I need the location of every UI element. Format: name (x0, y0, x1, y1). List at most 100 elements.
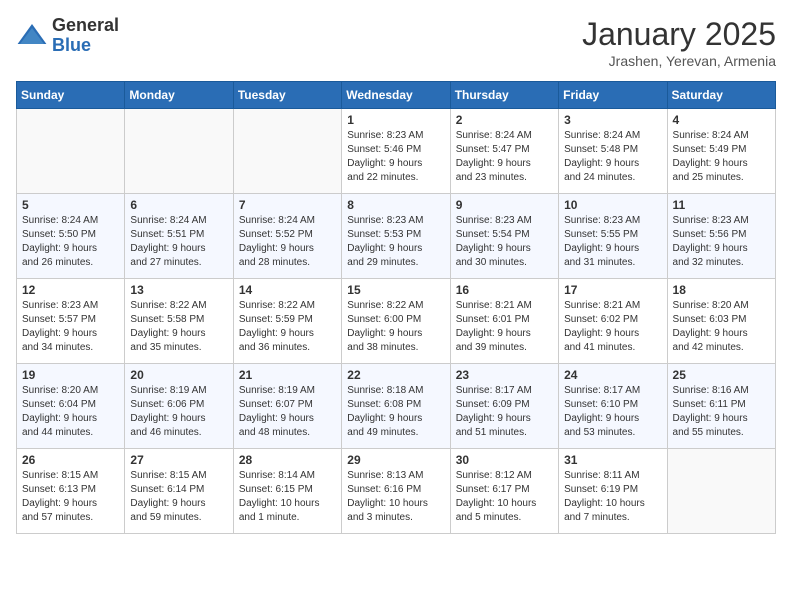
day-number: 23 (456, 368, 553, 382)
day-info: Daylight: 9 hours (22, 327, 119, 341)
day-info: Daylight: 9 hours (564, 242, 661, 256)
day-info: Sunset: 6:02 PM (564, 313, 661, 327)
day-info: and 22 minutes. (347, 171, 444, 185)
weekday-header-monday: Monday (125, 82, 233, 109)
calendar-cell: 2Sunrise: 8:24 AMSunset: 5:47 PMDaylight… (450, 109, 558, 194)
day-info: Daylight: 9 hours (347, 327, 444, 341)
day-info: Sunset: 6:00 PM (347, 313, 444, 327)
day-number: 18 (673, 283, 770, 297)
day-info: and 34 minutes. (22, 341, 119, 355)
day-info: Sunrise: 8:19 AM (239, 384, 336, 398)
day-number: 3 (564, 113, 661, 127)
day-number: 30 (456, 453, 553, 467)
day-info: Sunrise: 8:11 AM (564, 469, 661, 483)
day-info: Sunset: 5:48 PM (564, 143, 661, 157)
day-number: 20 (130, 368, 227, 382)
calendar-cell: 16Sunrise: 8:21 AMSunset: 6:01 PMDayligh… (450, 279, 558, 364)
day-info: Sunrise: 8:22 AM (347, 299, 444, 313)
day-info: Daylight: 9 hours (564, 157, 661, 171)
day-info: Sunrise: 8:21 AM (456, 299, 553, 313)
day-info: Daylight: 9 hours (239, 327, 336, 341)
day-info: and 29 minutes. (347, 256, 444, 270)
logo-general-text: General (52, 16, 119, 36)
day-info: Sunset: 5:56 PM (673, 228, 770, 242)
day-info: Sunset: 6:10 PM (564, 398, 661, 412)
day-info: and 42 minutes. (673, 341, 770, 355)
day-info: Daylight: 9 hours (239, 242, 336, 256)
day-info: Sunset: 6:16 PM (347, 483, 444, 497)
title-block: January 2025 Jrashen, Yerevan, Armenia (582, 16, 776, 69)
calendar-table: SundayMondayTuesdayWednesdayThursdayFrid… (16, 81, 776, 534)
day-info: Daylight: 10 hours (456, 497, 553, 511)
day-info: Sunset: 6:03 PM (673, 313, 770, 327)
calendar-cell (17, 109, 125, 194)
day-info: Sunrise: 8:18 AM (347, 384, 444, 398)
day-info: and 53 minutes. (564, 426, 661, 440)
day-info: Daylight: 9 hours (347, 242, 444, 256)
day-info: Daylight: 9 hours (456, 157, 553, 171)
logo-blue-text: Blue (52, 36, 119, 56)
day-number: 16 (456, 283, 553, 297)
week-row-1: 1Sunrise: 8:23 AMSunset: 5:46 PMDaylight… (17, 109, 776, 194)
day-info: and 46 minutes. (130, 426, 227, 440)
day-info: Sunset: 6:14 PM (130, 483, 227, 497)
day-info: and 26 minutes. (22, 256, 119, 270)
day-info: Daylight: 10 hours (239, 497, 336, 511)
day-info: Daylight: 9 hours (347, 412, 444, 426)
day-number: 1 (347, 113, 444, 127)
day-info: Sunrise: 8:19 AM (130, 384, 227, 398)
day-info: Sunrise: 8:23 AM (456, 214, 553, 228)
calendar-cell: 8Sunrise: 8:23 AMSunset: 5:53 PMDaylight… (342, 194, 450, 279)
day-info: Daylight: 9 hours (22, 242, 119, 256)
day-number: 5 (22, 198, 119, 212)
calendar-cell: 9Sunrise: 8:23 AMSunset: 5:54 PMDaylight… (450, 194, 558, 279)
calendar-cell (233, 109, 341, 194)
day-info: Sunrise: 8:23 AM (673, 214, 770, 228)
day-info: Sunset: 6:06 PM (130, 398, 227, 412)
day-info: Daylight: 9 hours (673, 242, 770, 256)
day-info: Daylight: 9 hours (130, 412, 227, 426)
day-info: Sunset: 5:59 PM (239, 313, 336, 327)
calendar-cell: 11Sunrise: 8:23 AMSunset: 5:56 PMDayligh… (667, 194, 775, 279)
day-info: Daylight: 9 hours (564, 327, 661, 341)
day-number: 27 (130, 453, 227, 467)
month-title: January 2025 (582, 16, 776, 53)
day-info: Sunrise: 8:15 AM (22, 469, 119, 483)
weekday-header-row: SundayMondayTuesdayWednesdayThursdayFrid… (17, 82, 776, 109)
day-info: Daylight: 9 hours (239, 412, 336, 426)
day-number: 8 (347, 198, 444, 212)
day-info: Sunrise: 8:22 AM (239, 299, 336, 313)
calendar-cell: 12Sunrise: 8:23 AMSunset: 5:57 PMDayligh… (17, 279, 125, 364)
day-number: 10 (564, 198, 661, 212)
day-number: 25 (673, 368, 770, 382)
day-number: 15 (347, 283, 444, 297)
day-number: 12 (22, 283, 119, 297)
day-info: Sunrise: 8:23 AM (347, 214, 444, 228)
day-info: and 28 minutes. (239, 256, 336, 270)
day-number: 13 (130, 283, 227, 297)
day-info: Sunrise: 8:24 AM (456, 129, 553, 143)
day-info: and 35 minutes. (130, 341, 227, 355)
day-info: Sunset: 5:57 PM (22, 313, 119, 327)
day-info: and 39 minutes. (456, 341, 553, 355)
day-info: Sunrise: 8:17 AM (456, 384, 553, 398)
day-info: Sunrise: 8:20 AM (673, 299, 770, 313)
day-info: Sunset: 6:13 PM (22, 483, 119, 497)
day-info: Sunrise: 8:15 AM (130, 469, 227, 483)
day-info: and 49 minutes. (347, 426, 444, 440)
day-info: Sunrise: 8:23 AM (347, 129, 444, 143)
day-info: Sunset: 6:04 PM (22, 398, 119, 412)
location-subtitle: Jrashen, Yerevan, Armenia (582, 53, 776, 69)
day-info: and 25 minutes. (673, 171, 770, 185)
day-info: Daylight: 9 hours (673, 327, 770, 341)
calendar-cell: 26Sunrise: 8:15 AMSunset: 6:13 PMDayligh… (17, 449, 125, 534)
day-info: and 30 minutes. (456, 256, 553, 270)
day-number: 24 (564, 368, 661, 382)
day-info: Sunrise: 8:12 AM (456, 469, 553, 483)
day-info: and 23 minutes. (456, 171, 553, 185)
day-info: Daylight: 9 hours (130, 242, 227, 256)
day-info: Sunrise: 8:23 AM (564, 214, 661, 228)
day-number: 21 (239, 368, 336, 382)
day-info: and 32 minutes. (673, 256, 770, 270)
calendar-cell: 27Sunrise: 8:15 AMSunset: 6:14 PMDayligh… (125, 449, 233, 534)
